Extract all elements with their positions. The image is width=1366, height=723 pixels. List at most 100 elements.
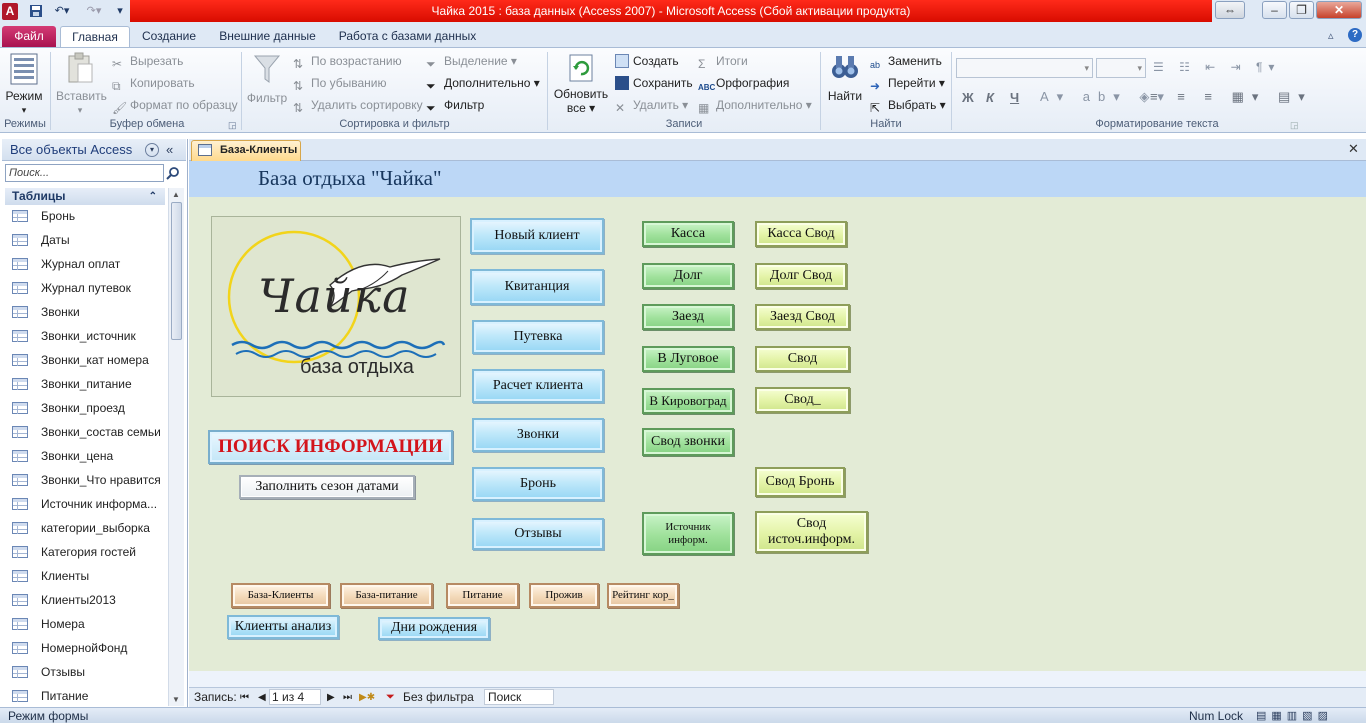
nav-table-item[interactable]: Питание [12, 685, 167, 707]
tab-database-tools[interactable]: Работа с базами данных [330, 26, 485, 48]
client-calculation-button[interactable]: Расчет клиента [472, 369, 604, 403]
check-in-summary-button[interactable]: Заезд Свод [755, 304, 850, 330]
advanced-filter-button[interactable]: ⏷ Дополнительно ▾ [426, 73, 540, 93]
nav-table-item[interactable]: категории_выборка [12, 517, 167, 539]
nav-search-input[interactable]: Поиск... [5, 164, 164, 182]
no-filter-icon[interactable]: ⏷ [386, 688, 395, 707]
redo-icon[interactable]: ↷▾ [82, 3, 106, 20]
nav-menu-chevron-icon[interactable]: ▾ [145, 143, 159, 157]
view-switcher-icons[interactable]: ▤▦▥▧▨ [1256, 708, 1333, 723]
nav-table-item[interactable]: Звонки_питание [12, 373, 167, 395]
debt-button[interactable]: Долг [642, 263, 734, 289]
birthdays-button[interactable]: Дни рождения [378, 617, 490, 640]
nav-table-item[interactable]: Звонки_цена [12, 445, 167, 467]
access-logo-icon[interactable]: A [2, 3, 18, 20]
room-rating-button[interactable]: Рейтинг кор_ [607, 583, 679, 608]
food-base-button[interactable]: База-питание [340, 583, 433, 608]
new-record-button[interactable]: Создать [615, 51, 679, 71]
tab-create[interactable]: Создание [134, 26, 204, 48]
nav-table-item[interactable]: Источник информа... [12, 493, 167, 515]
document-tab[interactable]: База-Клиенты [191, 140, 301, 161]
collapse-section-icon[interactable]: ⌃ [149, 188, 157, 205]
debt-summary-button[interactable]: Долг Свод [755, 263, 847, 289]
nav-table-item[interactable]: Журнал оплат [12, 253, 167, 275]
stay-button[interactable]: Прожив [529, 583, 599, 608]
nav-table-item[interactable]: Звонки_проезд [12, 397, 167, 419]
nav-table-item[interactable]: Клиенты [12, 565, 167, 587]
nav-table-item[interactable]: Бронь [12, 205, 167, 227]
fill-season-dates-button[interactable]: Заполнить сезон датами [239, 475, 415, 499]
record-position-input[interactable]: 1 из 4 [269, 689, 321, 705]
record-search-input[interactable]: Поиск [484, 689, 554, 705]
booking-summary-button[interactable]: Свод Бронь [755, 467, 845, 497]
nav-table-item[interactable]: Категория гостей [12, 541, 167, 563]
summary-button[interactable]: Свод [755, 346, 850, 372]
refresh-all-button[interactable]: Обновить все ▾ [552, 52, 610, 116]
nav-table-item[interactable]: Даты [12, 229, 167, 251]
nav-table-item[interactable]: Журнал путевок [12, 277, 167, 299]
close-document-icon[interactable]: ✕ [1348, 141, 1359, 157]
tab-home[interactable]: Главная [60, 26, 130, 48]
calls-button[interactable]: Звонки [472, 418, 604, 452]
nav-scroll-thumb[interactable] [171, 202, 182, 340]
first-record-icon[interactable]: ⏮ [240, 688, 249, 707]
food-button[interactable]: Питание [446, 583, 519, 608]
no-filter-label[interactable]: Без фильтра [403, 688, 474, 707]
last-record-icon[interactable]: ⏭ [343, 688, 352, 707]
view-button[interactable]: Режим ▾ [3, 52, 45, 115]
receipt-button[interactable]: Квитанция [470, 269, 604, 305]
toggle-filter-button[interactable]: ⏷ Фильтр [426, 95, 484, 115]
clipboard-launcher-icon[interactable]: ◲ [228, 120, 237, 131]
clients-base-button[interactable]: База-Клиенты [231, 583, 330, 608]
new-client-button[interactable]: Новый клиент [470, 218, 604, 254]
booking-button[interactable]: Бронь [472, 467, 604, 501]
nav-table-item[interactable]: НомернойФонд [12, 637, 167, 659]
nav-table-item[interactable]: Звонки [12, 301, 167, 323]
close-button[interactable]: ✕ [1316, 1, 1362, 19]
save-icon[interactable] [28, 3, 44, 20]
search-info-button[interactable]: ПОИСК ИНФОРМАЦИИ [208, 430, 453, 464]
nav-table-item[interactable]: Клиенты2013 [12, 589, 167, 611]
prev-record-icon[interactable]: ◀ [258, 688, 266, 707]
next-record-icon[interactable]: ▶ [327, 688, 335, 707]
restore-button[interactable]: ❐ [1289, 1, 1314, 19]
nav-scrollbar[interactable]: ▲ ▼ [168, 188, 184, 706]
select-button[interactable]: ⇱ Выбрать ▾ [870, 95, 946, 115]
spelling-button[interactable]: ABCОрфография [698, 73, 789, 93]
new-record-nav-icon[interactable]: ▶✱ [359, 688, 375, 707]
search-icon[interactable] [166, 164, 182, 182]
table-icon [12, 330, 28, 342]
tab-external-data[interactable]: Внешние данные [210, 26, 325, 48]
to-lugovoe-button[interactable]: В Луговое [642, 346, 734, 372]
summary2-button[interactable]: Свод_ [755, 387, 850, 413]
nav-table-item[interactable]: Звонки_источник [12, 325, 167, 347]
cash-button[interactable]: Касса [642, 221, 734, 247]
minimize-ribbon-icon[interactable]: ▵ [1328, 29, 1334, 42]
minimize-button[interactable]: – [1262, 1, 1287, 19]
nav-table-item[interactable]: Звонки_состав семьи [12, 421, 167, 443]
check-in-button[interactable]: Заезд [642, 304, 734, 330]
restore-max-button[interactable]: ⇔ [1215, 1, 1245, 19]
undo-icon[interactable]: ↶▾ [50, 3, 74, 20]
nav-collapse-icon[interactable]: « [166, 142, 173, 157]
nav-table-item[interactable]: Отзывы [12, 661, 167, 683]
replace-button[interactable]: ab Заменить [870, 51, 942, 71]
clients-analysis-button[interactable]: Клиенты анализ [227, 615, 339, 639]
info-source-summary-button[interactable]: Свод источ.информ. [755, 511, 868, 553]
cash-summary-button[interactable]: Касса Свод [755, 221, 847, 247]
nav-table-item[interactable]: Звонки_Что нравится [12, 469, 167, 491]
nav-table-item[interactable]: Звонки_кат номера [12, 349, 167, 371]
info-source-button[interactable]: Источник информ. [642, 512, 734, 555]
help-icon[interactable]: ? [1348, 28, 1362, 42]
save-record-button[interactable]: Сохранить [615, 73, 693, 93]
to-kirovograd-button[interactable]: В Кировоград [642, 388, 734, 414]
find-button[interactable]: Найти [825, 52, 865, 114]
calls-summary-button[interactable]: Свод звонки [642, 428, 734, 456]
nav-table-item[interactable]: Номера [12, 613, 167, 635]
tab-file[interactable]: Файл [2, 26, 56, 47]
reviews-button[interactable]: Отзывы [472, 518, 604, 550]
customize-qat-icon[interactable]: ▾ [114, 3, 126, 20]
nav-section-tables[interactable]: Таблицы ⌃ [5, 188, 165, 205]
goto-button[interactable]: ➜ Перейти ▾ [870, 73, 945, 93]
voucher-button[interactable]: Путевка [472, 320, 604, 354]
